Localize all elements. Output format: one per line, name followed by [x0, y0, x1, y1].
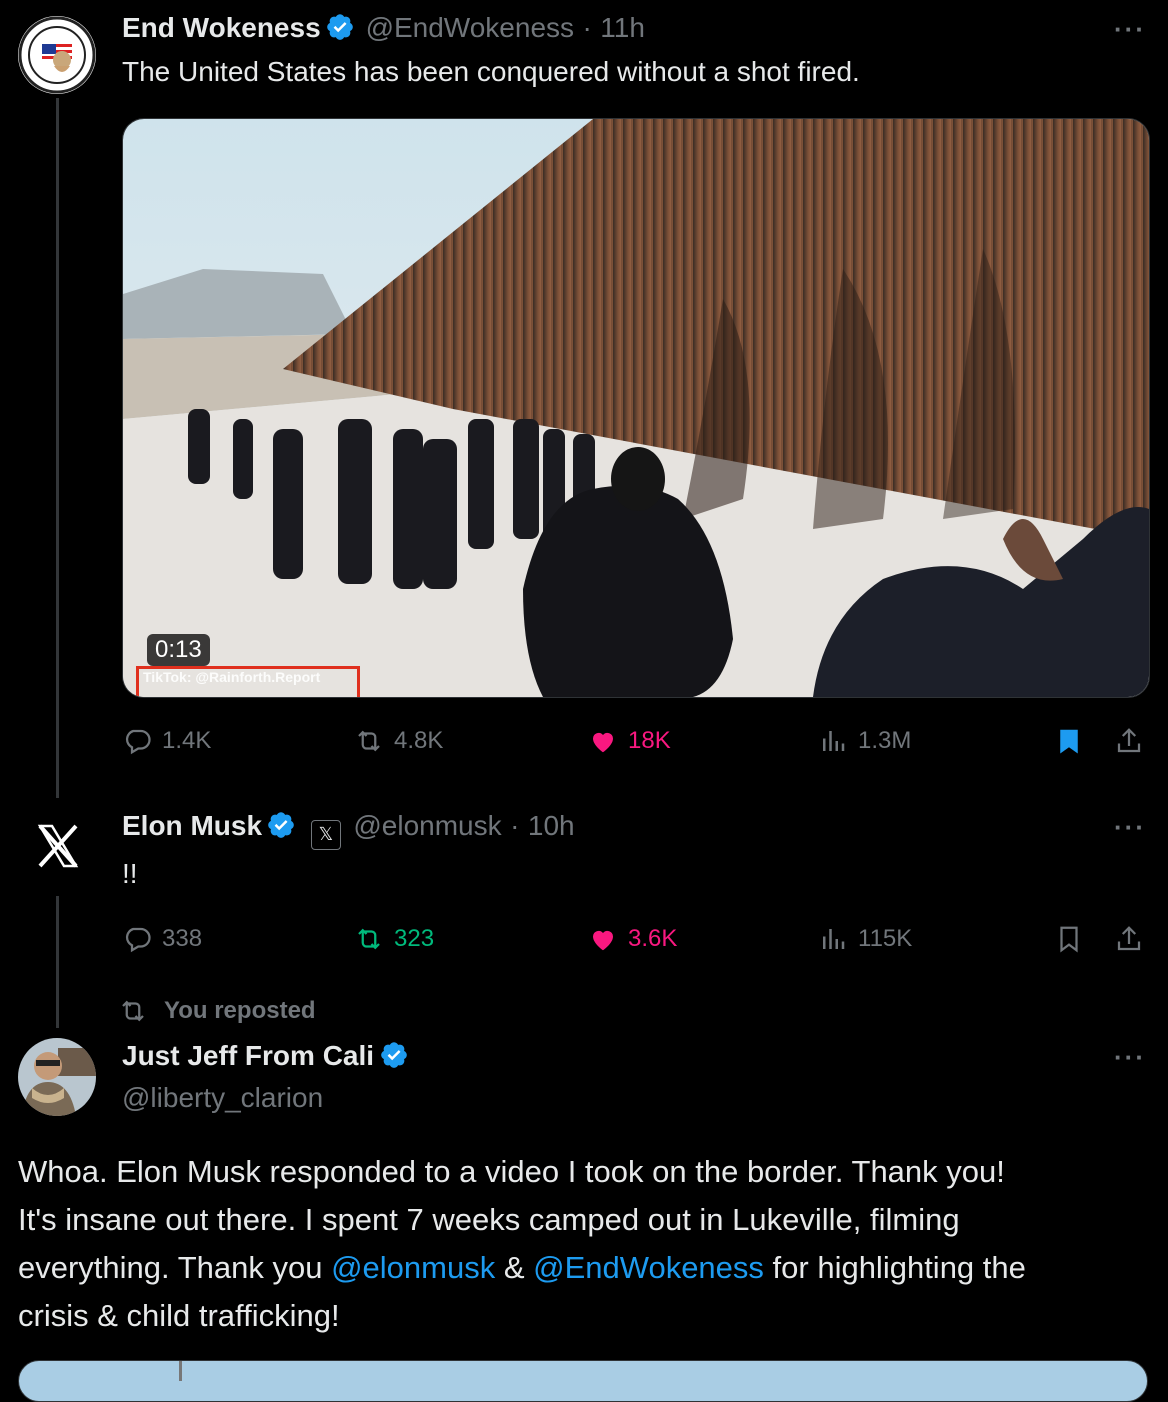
video-duration: 0:13	[147, 634, 210, 666]
repost-icon	[122, 1000, 144, 1022]
video-thumbnail	[123, 119, 1149, 697]
verified-badge-icon	[268, 812, 295, 838]
share-button[interactable]	[1114, 924, 1144, 954]
separator: ·	[582, 12, 592, 43]
display-name[interactable]: Elon Musk	[122, 810, 262, 841]
thread-line	[56, 98, 59, 798]
bookmark-icon	[1060, 926, 1078, 953]
like-button[interactable]: 3.6K	[588, 924, 677, 954]
tweet-text-line: Whoa. Elon Musk responded to a video I t…	[18, 1154, 1005, 1189]
tweet-header: End Wokeness @EndWokeness · 11h	[122, 12, 645, 44]
tweet-text-line: everything. Thank you @elonmusk & @EndWo…	[18, 1244, 1026, 1292]
heart-filled-icon	[593, 732, 613, 753]
share-icon	[1117, 926, 1141, 951]
handle[interactable]: @liberty_clarion	[122, 1082, 323, 1114]
reply-count: 1.4K	[162, 727, 212, 754]
tweet-text-line: crisis & child trafficking!	[18, 1298, 340, 1333]
repost-count: 323	[394, 925, 435, 952]
media-preview[interactable]	[18, 1360, 1148, 1402]
tweet-text-line: It's insane out there. I spent 7 weeks c…	[18, 1202, 960, 1237]
separator: ·	[510, 810, 520, 841]
verified-badge-icon	[380, 1042, 407, 1068]
view-count: 115K	[858, 925, 913, 952]
affiliate-x-badge-icon: 𝕏	[310, 820, 341, 850]
repost-context: You reposted	[118, 996, 316, 1026]
repost-button[interactable]: 4.8K	[354, 726, 443, 756]
share-button[interactable]	[1114, 726, 1144, 756]
like-count: 3.6K	[628, 925, 678, 952]
display-name[interactable]: End Wokeness	[122, 12, 321, 43]
verified-badge-icon	[327, 14, 353, 40]
tweet-text-segment: everything. Thank you	[18, 1250, 332, 1285]
repost-count: 4.8K	[394, 727, 444, 754]
more-options-icon[interactable]: ···	[1114, 14, 1146, 45]
video-player[interactable]: 0:13 TikTok: @Rainforth.Report	[122, 118, 1150, 698]
x-logo-icon	[37, 824, 79, 868]
reply-button[interactable]: 338	[122, 924, 202, 954]
tweet-text-segment: for highlighting the	[763, 1250, 1026, 1285]
mention-endwokeness[interactable]: @EndWokeness	[533, 1250, 764, 1285]
tweet-text: !!	[122, 858, 138, 889]
repost-icon	[358, 730, 380, 752]
views-icon	[823, 731, 845, 751]
view-count: 1.3M	[858, 727, 912, 754]
like-count: 18K	[628, 727, 671, 754]
tweet-header: Just Jeff From Cali	[122, 1040, 409, 1072]
like-button[interactable]: 18K	[588, 726, 671, 756]
more-options-icon[interactable]: ···	[1114, 812, 1146, 843]
avatar[interactable]	[18, 16, 96, 94]
reply-icon	[125, 927, 151, 953]
heart-filled-icon	[593, 930, 613, 951]
views-icon	[823, 929, 845, 949]
timestamp[interactable]: 11h	[600, 12, 645, 43]
handle[interactable]: @elonmusk	[353, 810, 501, 841]
more-options-icon[interactable]: ···	[1114, 1042, 1146, 1073]
timestamp[interactable]: 10h	[528, 810, 575, 841]
share-icon	[1117, 728, 1141, 753]
mention-elonmusk[interactable]: @elonmusk	[331, 1250, 495, 1285]
bookmark-filled-icon	[1060, 729, 1078, 754]
handle[interactable]: @EndWokeness	[366, 12, 574, 43]
reply-count: 338	[162, 925, 203, 952]
repost-button[interactable]: 323	[354, 924, 434, 954]
repost-context-label: You reposted	[164, 997, 316, 1024]
avatar[interactable]	[22, 808, 94, 880]
reply-icon	[125, 729, 151, 755]
tweet-text: The United States has been conquered wit…	[122, 56, 860, 87]
bookmark-button[interactable]	[1054, 924, 1084, 954]
reply-button[interactable]: 1.4K	[122, 726, 211, 756]
tweet-body: Whoa. Elon Musk responded to a video I t…	[18, 1148, 1026, 1340]
display-name[interactable]: Just Jeff From Cali	[122, 1040, 374, 1071]
tweet-header: Elon Musk 𝕏 @elonmusk · 10h	[122, 810, 575, 850]
repost-active-icon	[358, 928, 380, 950]
views-button[interactable]: 115K	[818, 924, 912, 954]
avatar[interactable]	[18, 1038, 96, 1116]
views-button[interactable]: 1.3M	[818, 726, 911, 756]
thread-line	[56, 896, 59, 1028]
highlight-box	[136, 666, 360, 697]
bookmark-button[interactable]	[1054, 726, 1084, 756]
tweet-text-segment: &	[495, 1250, 534, 1285]
